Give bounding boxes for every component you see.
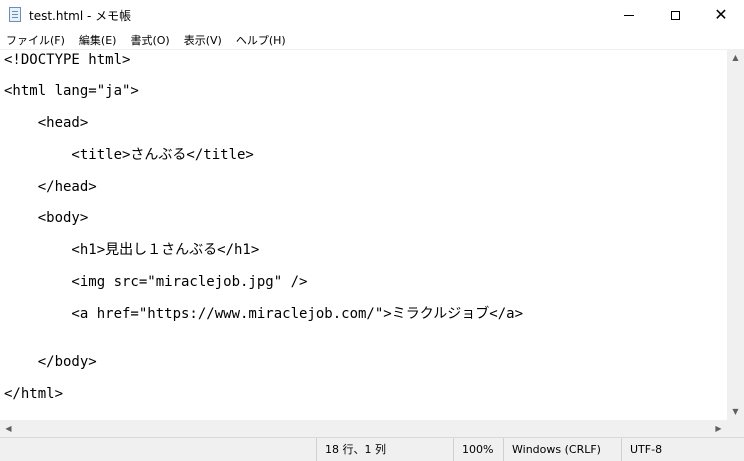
minimize-icon — [624, 14, 634, 16]
vertical-scrollbar[interactable]: ▲ ▼ — [727, 49, 744, 420]
text-editor[interactable]: <!DOCTYPE html> <html lang="ja"> <head> … — [0, 49, 727, 420]
scroll-down-icon[interactable]: ▼ — [727, 403, 744, 420]
scroll-up-icon[interactable]: ▲ — [727, 49, 744, 66]
editor-line: <h1>見出し１さんぶる</h1> — [4, 242, 260, 258]
title-bar: test.html - メモ帳 ✕ — [0, 0, 744, 30]
menu-format[interactable]: 書式(O) — [123, 32, 176, 48]
menu-file[interactable]: ファイル(F) — [0, 32, 72, 48]
cursor-position: 18 行、1 列 — [316, 438, 453, 461]
editor-line: <img src="miraclejob.jpg" /> — [4, 274, 308, 290]
menu-help[interactable]: ヘルプ(H) — [229, 32, 293, 48]
horizontal-scrollbar[interactable]: ◀ ▶ — [0, 420, 727, 437]
scroll-right-icon[interactable]: ▶ — [710, 420, 727, 437]
editor-line: <html lang="ja"> — [4, 83, 139, 99]
editor-line: </html> — [4, 386, 64, 402]
status-bar: 18 行、1 列 100% Windows (CRLF) UTF-8 — [0, 437, 744, 461]
maximize-icon — [670, 10, 680, 20]
editor-line: <!DOCTYPE html> — [4, 52, 131, 68]
editor-line: <head> — [4, 115, 89, 131]
editor-line: <title>さんぶる</title> — [4, 147, 254, 163]
editor-line: </head> — [4, 179, 97, 195]
minimize-button[interactable] — [606, 0, 652, 30]
encoding: UTF-8 — [621, 438, 744, 461]
menu-edit[interactable]: 編集(E) — [72, 32, 124, 48]
editor-line: </body> — [4, 354, 97, 370]
scrollbar-corner — [727, 420, 744, 437]
editor-line: <body> — [4, 210, 89, 226]
notepad-icon — [9, 7, 21, 22]
maximize-button[interactable] — [652, 0, 698, 30]
editor-line: <a href="https://www.miraclejob.com/">ミラ… — [4, 306, 524, 322]
close-icon: ✕ — [714, 5, 728, 24]
scroll-left-icon[interactable]: ◀ — [0, 420, 17, 437]
line-ending: Windows (CRLF) — [503, 438, 621, 461]
zoom-level: 100% — [453, 438, 503, 461]
window-title: test.html - メモ帳 — [29, 9, 132, 23]
close-button[interactable]: ✕ — [698, 0, 744, 30]
menu-view[interactable]: 表示(V) — [177, 32, 229, 48]
menu-bar: ファイル(F) 編集(E) 書式(O) 表示(V) ヘルプ(H) — [0, 30, 744, 49]
